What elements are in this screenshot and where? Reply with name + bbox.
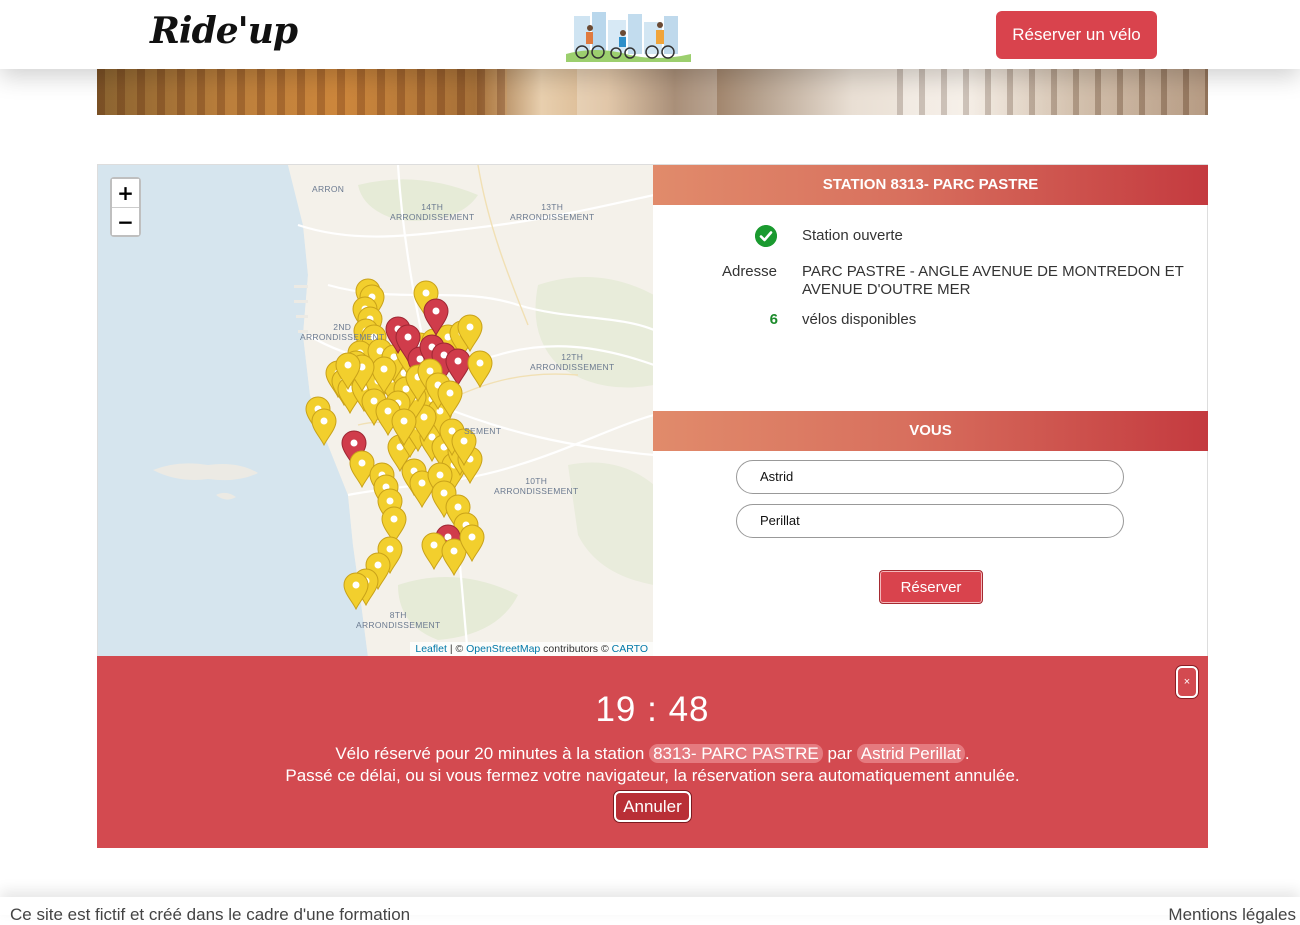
reservation-notice: Passé ce délai, ou si vous fermez votre …: [285, 766, 1020, 785]
zoom-out-button[interactable]: −: [112, 207, 139, 235]
stations-map[interactable]: + − ARRON 14TH ARRONDISSEMENT 13TH ARRON…: [97, 164, 653, 656]
marker-dot: [380, 365, 388, 373]
marker-dot: [454, 357, 462, 365]
marker-dot: [460, 437, 468, 445]
marker-dot: [422, 289, 430, 297]
map-label-1st-partial: SEMENT: [464, 426, 502, 436]
map-label-2nd: 2ND ARRONDISSEMENT: [300, 322, 385, 342]
site-logo[interactable]: Ride'up: [150, 10, 298, 52]
marker-dot: [374, 561, 382, 569]
footer-disclaimer: Ce site est fictif et créé dans le cadre…: [10, 905, 411, 924]
address-label: Adresse: [721, 263, 777, 280]
marker-dot: [386, 545, 394, 553]
legal-notice-link[interactable]: Mentions légales: [1168, 905, 1296, 925]
map-label-10th: 10TH ARRONDISSEMENT: [494, 476, 579, 496]
marker-dot: [350, 439, 358, 447]
marker-dot: [476, 359, 484, 367]
zoom-in-button[interactable]: +: [112, 179, 139, 207]
marker-dot: [418, 479, 426, 487]
marker-dot: [450, 547, 458, 555]
cyclists-illustration: [566, 12, 691, 62]
osm-link[interactable]: OpenStreetMap: [466, 643, 540, 655]
map-label-8th: 8TH ARRONDISSEMENT: [356, 610, 441, 630]
map-label-14th: 14TH ARRONDISSEMENT: [390, 202, 475, 222]
reservation-message: Vélo réservé pour 20 minutes à la statio…: [335, 744, 970, 763]
reserve-bike-button[interactable]: Réserver un vélo: [996, 11, 1157, 59]
first-name-field[interactable]: Astrid: [736, 460, 1124, 494]
reserved-station-name: 8313- PARC PASTRE: [649, 744, 823, 763]
marker-dot: [436, 471, 444, 479]
countdown-timer: 19 : 48: [595, 690, 710, 729]
station-title: STATION 8313- PARC PASTRE: [653, 165, 1208, 205]
check-circle-icon: [755, 225, 777, 247]
marker-dot: [466, 323, 474, 331]
last-name-field[interactable]: Perillat: [736, 504, 1124, 538]
map-attribution: Leaflet | © OpenStreetMap contributors ©…: [410, 642, 653, 656]
map-label-12th: 12TH ARRONDISSEMENT: [530, 352, 615, 372]
marker-dot: [352, 581, 360, 589]
bikes-available-count: 6: [769, 311, 778, 328]
site-header: Ride'up Réserver un vélo: [0, 0, 1300, 69]
leaflet-link[interactable]: Leaflet: [415, 643, 447, 655]
carto-link[interactable]: CARTO: [612, 643, 648, 655]
marker-dot: [320, 417, 328, 425]
marker-dot: [400, 417, 408, 425]
map-label-13th: 13TH ARRONDISSEMENT: [510, 202, 595, 222]
marker-dot: [358, 459, 366, 467]
station-status: Station ouverte: [802, 227, 903, 244]
marker-dot: [454, 503, 462, 511]
marker-dot: [386, 497, 394, 505]
marker-dot: [370, 397, 378, 405]
hero-banner-image: [97, 69, 1208, 115]
map-label-arron: ARRON: [312, 184, 345, 194]
marker-dot: [420, 413, 428, 421]
station-panel: STATION 8313- PARC PASTRE Station ouvert…: [653, 164, 1208, 656]
station-address: PARC PASTRE - ANGLE AVENUE DE MONTREDON …: [802, 263, 1184, 298]
reserve-button[interactable]: Réserver: [879, 570, 983, 604]
you-section-title: VOUS: [653, 411, 1208, 451]
reservation-banner: × 19 : 48 Vélo réservé pour 20 minutes à…: [97, 656, 1208, 848]
marker-dot: [468, 533, 476, 541]
reserved-person-name: Astrid Perillat: [856, 744, 965, 763]
marker-dot: [384, 407, 392, 415]
marker-dot: [440, 489, 448, 497]
cancel-reservation-button[interactable]: Annuler: [614, 791, 691, 822]
marker-dot: [446, 389, 454, 397]
marker-dot: [426, 367, 434, 375]
marker-dot: [432, 307, 440, 315]
site-footer: Ce site est fictif et créé dans le cadre…: [0, 897, 1300, 924]
bikes-available-label: vélos disponibles: [802, 311, 917, 328]
marker-dot: [390, 515, 398, 523]
zoom-control: + −: [110, 177, 141, 237]
marker-dot: [402, 385, 410, 393]
marker-dot: [430, 541, 438, 549]
marker-dot: [404, 333, 412, 341]
marker-dot: [344, 361, 352, 369]
map-tiles: [98, 165, 653, 656]
